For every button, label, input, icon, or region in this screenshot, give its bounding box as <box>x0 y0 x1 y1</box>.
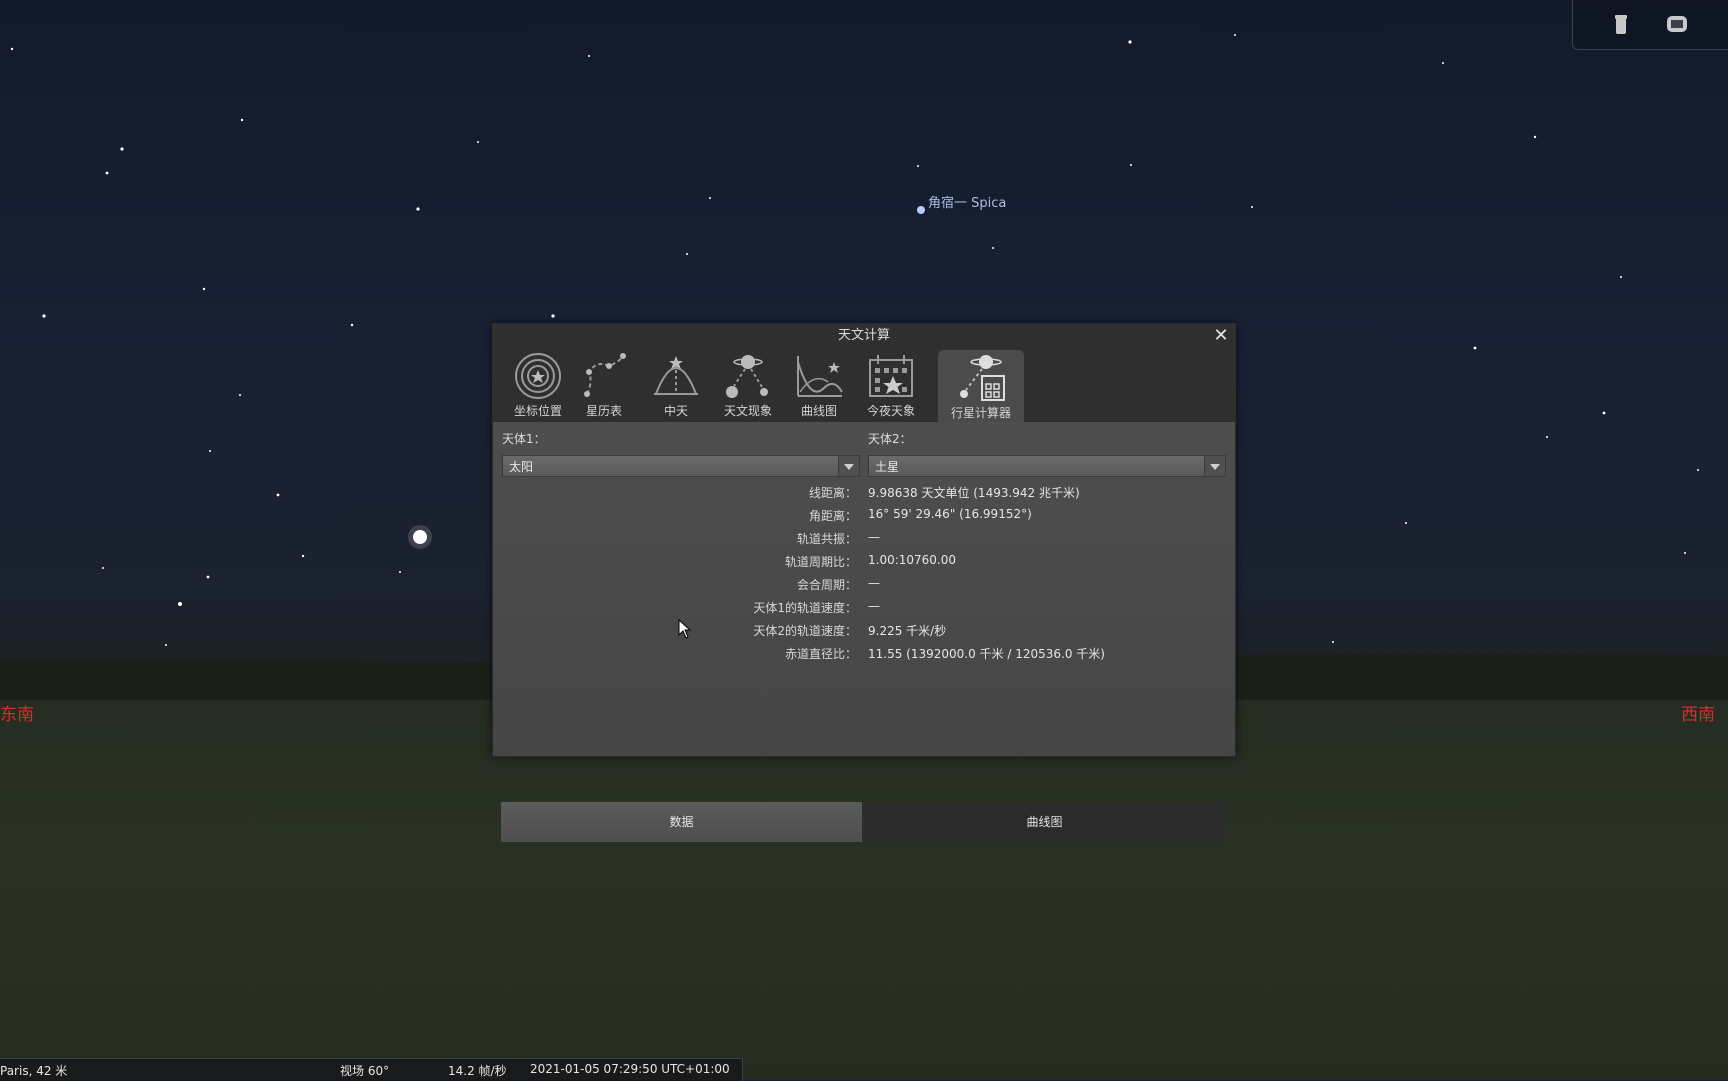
tab-label: 中天 <box>663 404 688 418</box>
chevron-down-icon[interactable] <box>1204 456 1225 476</box>
tab-ephemeris[interactable]: 星历表 <box>569 348 639 420</box>
telescope-icon[interactable] <box>1609 12 1633 36</box>
coordinates-icon <box>515 353 561 399</box>
chart-button[interactable]: 曲线图 <box>864 802 1225 842</box>
fov-readout[interactable]: 视场 60° <box>340 1062 389 1079</box>
cardinal-southeast: 东南 <box>0 705 34 725</box>
whats-up-tonight-icon <box>869 355 913 397</box>
transit-icon <box>654 356 698 395</box>
orbital-resonance-label: 轨道共振： <box>796 532 857 546</box>
synodic-period-label: 会合周期： <box>796 578 857 592</box>
tab-planet-calculator[interactable]: 行星计算器 <box>938 350 1024 422</box>
chevron-down-icon[interactable] <box>838 456 859 476</box>
data-button[interactable]: 数据 <box>501 802 862 842</box>
top-right-toolbar <box>1572 0 1728 50</box>
linear-distance-value: 9.98638 天文单位 (1493.942 兆千米) <box>868 486 1080 500</box>
equatorial-diameter-ratio-value: 11.55 (1392000.0 千米 / 120536.0 千米) <box>868 647 1105 661</box>
datetime-readout[interactable]: 2021-01-05 07:29:50 UTC+01:00 <box>530 1062 730 1076</box>
body2-selected-value: 土星 <box>875 460 900 474</box>
tab-label: 行星计算器 <box>950 406 1011 420</box>
tab-bar: 坐标位置 星历表 中天 天文现象 曲线图 今夜天象 行星计算器 <box>493 348 1235 422</box>
location-readout[interactable]: Paris, 42 米 <box>0 1062 67 1079</box>
body2-label: 天体2： <box>868 432 912 446</box>
tab-label: 星历表 <box>585 404 622 418</box>
angular-distance-value: 16° 59' 29.46" (16.99152°) <box>868 507 1032 521</box>
body2-select[interactable]: 土星 <box>868 455 1226 477</box>
body2-orbital-velocity-label: 天体2的轨道速度： <box>753 624 857 638</box>
body1-orbital-velocity-label: 天体1的轨道速度： <box>753 601 857 615</box>
linear-distance-label: 线距离： <box>808 486 857 500</box>
tab-whats-up-tonight[interactable]: 今夜天象 <box>856 348 926 420</box>
fps-readout: 14.2 帧/秒 <box>448 1064 507 1078</box>
star-label-spica[interactable]: 角宿一 Spica <box>928 192 1006 211</box>
dialog-titlebar[interactable]: 天文计算 ✕ <box>493 324 1235 348</box>
tab-positions[interactable]: 坐标位置 <box>503 348 573 420</box>
equatorial-diameter-ratio-label: 赤道直径比： <box>784 647 857 661</box>
astronomical-calculations-dialog: 天文计算 ✕ 坐标位置 星历表 中天 天文现象 曲线图 今夜天象 行星计算器 天… <box>492 323 1236 842</box>
cardinal-southwest: 西南 <box>1681 705 1715 725</box>
screen-icon[interactable] <box>1665 12 1689 36</box>
tab-transit[interactable]: 中天 <box>641 348 711 420</box>
orbital-resonance-value: — <box>868 530 880 544</box>
dialog-title: 天文计算 <box>837 328 890 343</box>
tab-phenomena[interactable]: 天文现象 <box>713 348 783 420</box>
synodic-period-value: — <box>868 576 880 590</box>
tab-label: 今夜天象 <box>866 404 915 418</box>
body1-select[interactable]: 太阳 <box>502 455 860 477</box>
tab-label: 坐标位置 <box>513 404 562 418</box>
planet-calculator-icon <box>960 355 1005 401</box>
ground-landscape <box>0 700 1728 1080</box>
graph-icon <box>797 356 843 397</box>
body1-selected-value: 太阳 <box>509 460 534 474</box>
tab-graphs[interactable]: 曲线图 <box>784 348 854 420</box>
planet-calculator-panel: 天体1： 天体2： 太阳 土星 线距离： 9.98638 天文单位 (1493.… <box>493 422 1235 842</box>
body1-orbital-velocity-value: — <box>868 599 880 613</box>
mouse-cursor-icon <box>678 619 692 639</box>
phenomena-icon <box>726 355 768 398</box>
tab-label: 天文现象 <box>723 404 772 418</box>
close-icon[interactable]: ✕ <box>1211 324 1231 348</box>
body2-orbital-velocity-value: 9.225 千米/秒 <box>868 624 947 638</box>
ephemeris-icon <box>584 353 626 397</box>
tab-label: 曲线图 <box>800 404 837 418</box>
body1-label: 天体1： <box>502 432 546 446</box>
orbital-period-ratio-value: 1.00:10760.00 <box>868 553 957 567</box>
orbital-period-ratio-label: 轨道周期比： <box>784 555 857 569</box>
angular-distance-label: 角距离： <box>808 509 857 523</box>
